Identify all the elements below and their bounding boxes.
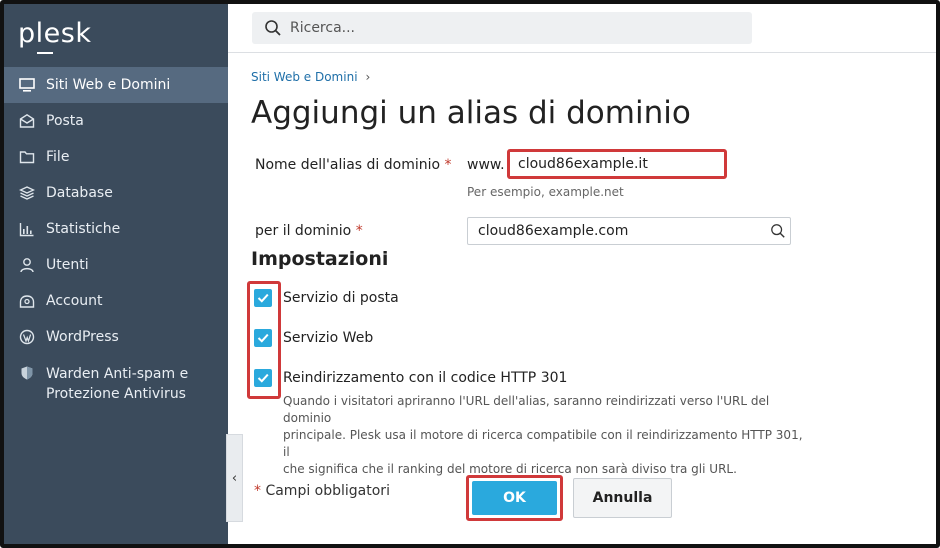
plesk-logo[interactable]: plesk xyxy=(18,18,92,54)
sidebar-item-label: Account xyxy=(46,293,103,309)
shield-icon xyxy=(18,364,36,382)
settings-title: Impostazioni xyxy=(251,248,389,270)
redirect-description-line3: che significa che il ranking del motore … xyxy=(283,462,737,476)
sidebar-item-label: Database xyxy=(46,185,113,201)
sidebar-item-label: Utenti xyxy=(46,257,89,273)
sidebar-item-label: Warden Anti-spam e Protezione Antivirus xyxy=(46,364,188,404)
sidebar-item-websites[interactable]: Siti Web e Domini xyxy=(4,67,228,103)
logo-text: plesk xyxy=(18,18,92,49)
sidebar-item-users[interactable]: Utenti xyxy=(4,247,228,283)
alias-label-text: Nome dell'alias di dominio xyxy=(255,157,441,173)
app-window: plesk Siti Web e Domini Posta File Datab… xyxy=(0,0,940,548)
sidebar: plesk Siti Web e Domini Posta File Datab… xyxy=(4,4,228,544)
search-icon xyxy=(265,20,281,36)
top-bar xyxy=(228,4,936,53)
checkmark-icon xyxy=(257,333,269,343)
required-fields-note: * Campi obbligatori xyxy=(254,483,390,499)
checkmark-icon xyxy=(257,373,269,383)
database-icon xyxy=(18,184,36,202)
sidebar-item-warden[interactable]: Warden Anti-spam e Protezione Antivirus xyxy=(4,355,228,411)
sidebar-item-label: Siti Web e Domini xyxy=(46,77,171,93)
web-service-checkbox[interactable] xyxy=(254,329,272,347)
checkbox-highlight xyxy=(247,281,281,399)
sidebar-collapse-button[interactable]: ‹ xyxy=(226,434,243,522)
redirect-description-line2: principale. Plesk usa il motore di ricer… xyxy=(283,428,803,459)
sidebar-item-label: Statistiche xyxy=(46,221,121,237)
alias-hint: Per esempio, example.net xyxy=(467,185,624,199)
required-mark: * xyxy=(444,157,452,173)
sidebar-item-mail[interactable]: Posta xyxy=(4,103,228,139)
cancel-button[interactable]: Annulla xyxy=(573,478,672,518)
breadcrumb: Siti Web e Domini › xyxy=(251,70,370,84)
sidebar-item-account[interactable]: Account xyxy=(4,283,228,319)
mail-service-checkbox[interactable] xyxy=(254,289,272,307)
breadcrumb-link[interactable]: Siti Web e Domini xyxy=(251,70,358,84)
sidebar-nav: Siti Web e Domini Posta File Database St… xyxy=(4,67,228,411)
alias-prefix: www. xyxy=(467,157,505,173)
sidebar-item-statistics[interactable]: Statistiche xyxy=(4,211,228,247)
alias-input[interactable] xyxy=(507,149,727,179)
domain-label-text: per il dominio xyxy=(255,223,352,239)
sidebar-item-label-line2: Protezione Antivirus xyxy=(46,386,186,402)
bar-chart-icon xyxy=(18,220,36,238)
web-service-label[interactable]: Servizio Web xyxy=(283,330,373,346)
domain-select[interactable]: cloud86example.com xyxy=(467,217,791,245)
redirect-description: Quando i visitatori apriranno l'URL dell… xyxy=(283,393,803,478)
search-icon[interactable] xyxy=(770,223,786,239)
sidebar-item-label-line1: Warden Anti-spam e xyxy=(46,366,189,382)
sidebar-item-label: File xyxy=(46,149,70,165)
sidebar-item-database[interactable]: Database xyxy=(4,175,228,211)
ok-button-highlight: OK xyxy=(466,475,563,521)
required-mark: * xyxy=(254,483,261,499)
monitor-icon xyxy=(18,76,36,94)
checkmark-icon xyxy=(257,293,269,303)
ok-button[interactable]: OK xyxy=(472,481,557,515)
chevron-right-icon: › xyxy=(365,70,371,84)
mail-service-label[interactable]: Servizio di posta xyxy=(283,290,399,306)
account-icon xyxy=(18,292,36,310)
redirect-301-checkbox[interactable] xyxy=(254,369,272,387)
redirect-description-line1: Quando i visitatori apriranno l'URL dell… xyxy=(283,394,770,425)
search-input[interactable] xyxy=(290,20,730,36)
search-box[interactable] xyxy=(252,12,752,44)
mail-icon xyxy=(18,112,36,130)
alias-label: Nome dell'alias di dominio * xyxy=(255,157,452,173)
user-icon xyxy=(18,256,36,274)
sidebar-item-label: WordPress xyxy=(46,329,119,345)
required-note-text: Campi obbligatori xyxy=(265,483,390,499)
wordpress-icon xyxy=(18,328,36,346)
sidebar-item-label: Posta xyxy=(46,113,84,129)
domain-label: per il dominio * xyxy=(255,223,363,239)
required-mark: * xyxy=(355,223,363,239)
chevron-left-icon: ‹ xyxy=(231,470,238,486)
page-title: Aggiungi un alias di dominio xyxy=(251,95,691,131)
folder-icon xyxy=(18,148,36,166)
sidebar-item-wordpress[interactable]: WordPress xyxy=(4,319,228,355)
sidebar-item-files[interactable]: File xyxy=(4,139,228,175)
redirect-301-label[interactable]: Reindirizzamento con il codice HTTP 301 xyxy=(283,370,567,386)
domain-value: cloud86example.com xyxy=(478,223,629,239)
